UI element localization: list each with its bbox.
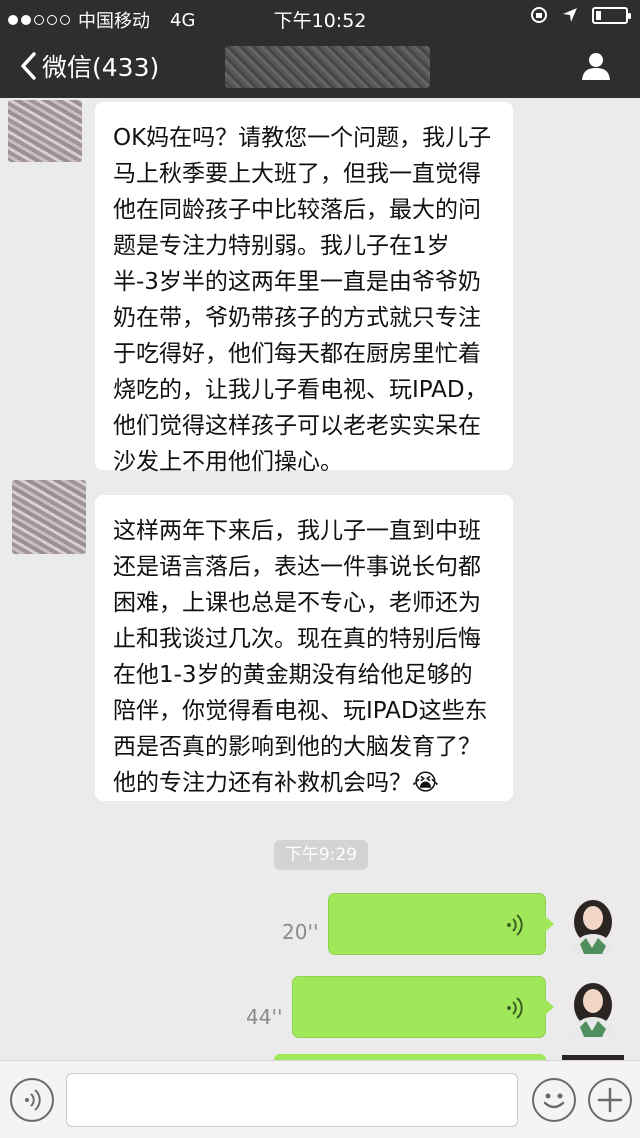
contact-avatar[interactable] [12, 480, 86, 554]
voice-message[interactable] [328, 893, 554, 955]
nav-bar: 微信(433) [0, 36, 640, 98]
avatar-photo [562, 975, 624, 1037]
voice-duration: 20'' [282, 920, 319, 944]
message-bubble[interactable]: 这样两年下来后，我儿子一直到中班还是语言落后，表达一件事说长句都困难，上课也总是… [95, 495, 513, 801]
location-icon [563, 8, 577, 22]
status-bar: 中国移动 4G 下午10:52 [0, 0, 640, 36]
message-bubble[interactable]: OK妈在吗？请教您一个问题，我儿子马上秋季要上大班了，但我一直觉得他在同龄孩子中… [95, 102, 513, 475]
plus-button[interactable] [588, 1078, 632, 1122]
message-text: 这样两年下来后，我儿子一直到中班还是语言落后，表达一件事说长句都困难，上课也总是… [113, 518, 488, 796]
message-timestamp: 下午9:29 [274, 840, 368, 870]
voice-toggle-icon [25, 1089, 41, 1111]
voice-wave-icon [507, 914, 523, 936]
avatar-photo [562, 892, 624, 954]
message-input[interactable] [66, 1073, 518, 1127]
back-label: 微信(433) [42, 53, 160, 82]
battery-icon [592, 6, 631, 24]
status-icons [530, 6, 631, 24]
rotation-lock-icon [531, 7, 547, 23]
input-bar [0, 1060, 640, 1138]
voice-wave-icon [507, 997, 523, 1019]
message-text: OK妈在吗？请教您一个问题，我儿子马上秋季要上大班了，但我一直觉得他在同龄孩子中… [113, 125, 492, 475]
emoji-icon [543, 1093, 565, 1109]
voice-duration: 44'' [246, 1005, 283, 1029]
header: 中国移动 4G 下午10:52 微信(433) [0, 0, 640, 98]
emoji-button[interactable] [532, 1078, 576, 1122]
voice-message[interactable] [292, 976, 554, 1038]
person-icon[interactable] [580, 50, 612, 82]
voice-toggle-button[interactable] [10, 1078, 54, 1122]
my-avatar[interactable] [562, 892, 624, 954]
contact-avatar[interactable] [8, 100, 82, 162]
back-chevron-icon [21, 52, 36, 80]
chat-title-blurred [225, 46, 430, 88]
plus-icon [597, 1087, 623, 1113]
back-button[interactable]: 微信(433) [18, 48, 159, 84]
my-avatar[interactable] [562, 975, 624, 1037]
